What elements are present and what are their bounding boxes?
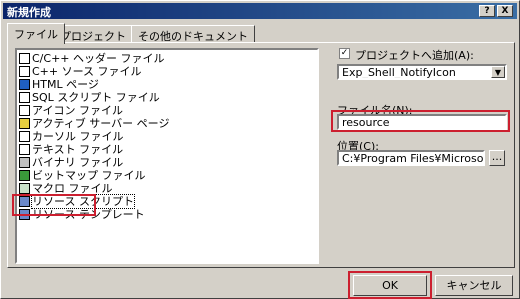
- project-select[interactable]: Exp_Shell_NotifyIcon: [337, 64, 507, 80]
- bitmap-file-icon: [19, 170, 30, 181]
- html-page-icon: [19, 79, 30, 90]
- list-item[interactable]: HTML ページ: [19, 78, 99, 91]
- list-item[interactable]: バイナリ ファイル: [19, 156, 123, 169]
- location-input[interactable]: C:¥Program Files¥Microsoft Visual: [337, 150, 485, 166]
- list-item[interactable]: カーソル ファイル: [19, 130, 124, 143]
- sql-script-icon: [19, 92, 30, 103]
- title-bar[interactable]: 新規作成 ? X: [3, 3, 517, 19]
- asp-page-icon: [19, 118, 30, 129]
- tab-projects[interactable]: プロジェクト: [53, 25, 133, 43]
- list-item[interactable]: アイコン ファイル: [19, 104, 123, 117]
- tab-other-documents[interactable]: その他のドキュメント: [131, 25, 255, 43]
- text-file-icon: [19, 144, 30, 155]
- cursor-file-icon: [19, 131, 30, 142]
- add-to-project-label: プロジェクトへ追加(A):: [355, 49, 474, 62]
- add-to-project-checkbox[interactable]: ✓: [339, 48, 350, 59]
- icon-file-icon: [19, 105, 30, 116]
- location-input-value: C:¥Program Files¥Microsoft Visual: [342, 152, 485, 165]
- list-item[interactable]: アクティブ サーバー ページ: [19, 117, 169, 130]
- binary-file-icon: [19, 157, 30, 168]
- close-button[interactable]: X: [497, 5, 513, 17]
- chevron-down-icon[interactable]: ▼: [491, 66, 505, 78]
- filename-input-value: resource: [342, 116, 390, 129]
- browse-button[interactable]: ...: [489, 150, 505, 166]
- list-item[interactable]: テキスト ファイル: [19, 143, 123, 156]
- list-item[interactable]: C++ ソース ファイル: [19, 65, 142, 78]
- help-button[interactable]: ?: [479, 5, 495, 17]
- list-item[interactable]: マクロ ファイル: [19, 182, 113, 195]
- resource-script-icon: [19, 196, 30, 207]
- list-item-selected[interactable]: リソース スクリプト: [19, 194, 135, 209]
- list-item[interactable]: リソース テンプレート: [19, 208, 145, 221]
- document-icon: [19, 53, 30, 64]
- new-file-dialog: 新規作成 ? X ファイル プロジェクト その他のドキュメント C/C++ ヘッ…: [0, 0, 520, 299]
- document-icon: [19, 66, 30, 77]
- resource-template-icon: [19, 209, 30, 220]
- macro-file-icon: [19, 183, 30, 194]
- ok-button[interactable]: OK: [353, 275, 427, 296]
- list-item[interactable]: ビットマップ ファイル: [19, 169, 146, 182]
- filename-input[interactable]: resource: [337, 114, 507, 130]
- tab-files[interactable]: ファイル: [7, 23, 65, 44]
- file-type-list[interactable]: C/C++ ヘッダー ファイル C++ ソース ファイル HTML ページ SQ…: [15, 48, 319, 264]
- project-select-value: Exp_Shell_NotifyIcon: [342, 66, 456, 79]
- list-item[interactable]: C/C++ ヘッダー ファイル: [19, 52, 165, 65]
- window-title: 新規作成: [7, 6, 51, 19]
- list-item[interactable]: SQL スクリプト ファイル: [19, 91, 160, 104]
- cancel-button[interactable]: キャンセル: [435, 275, 513, 296]
